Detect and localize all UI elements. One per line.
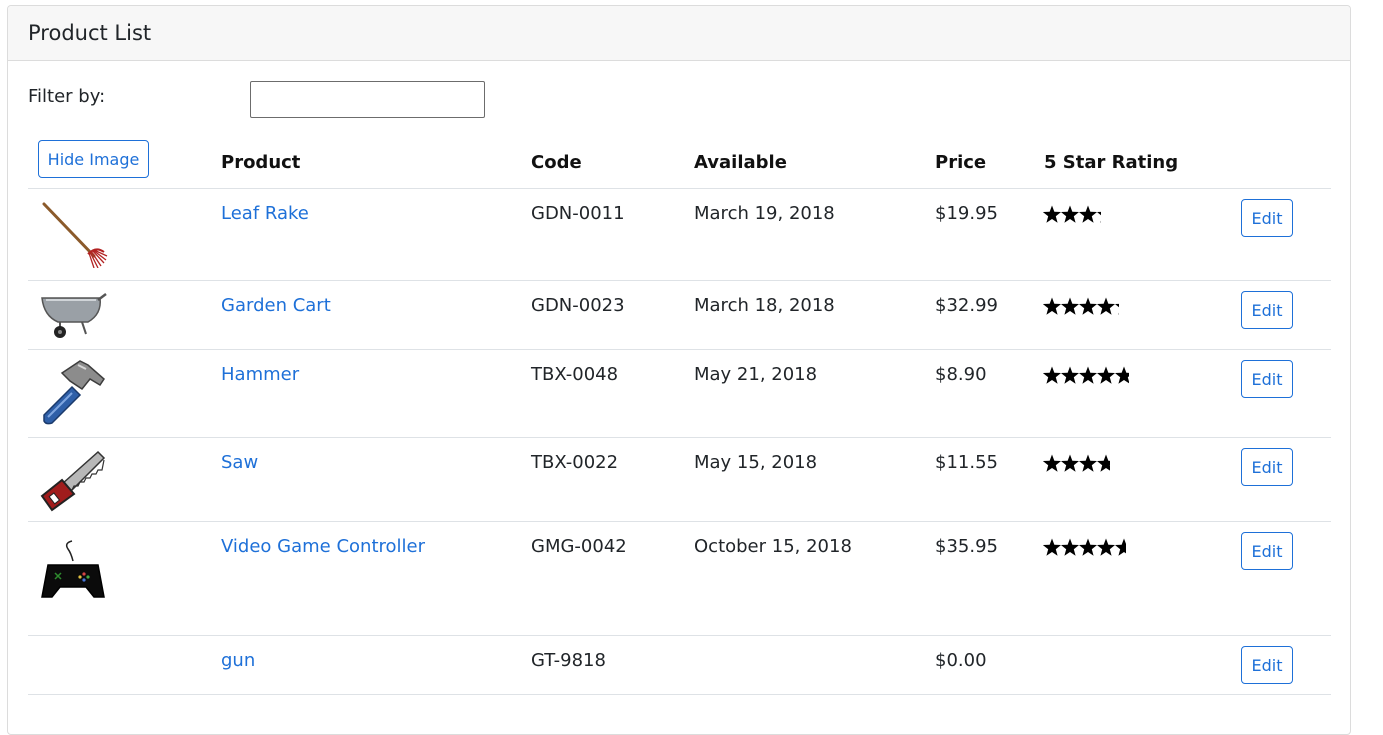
star-rating [1043, 297, 1119, 315]
edit-button[interactable]: Edit [1241, 360, 1293, 398]
product-code: GMG-0042 [531, 536, 627, 557]
star-icon [1096, 366, 1116, 384]
column-header-rating: 5 Star Rating [1044, 152, 1179, 173]
star-icon [1078, 454, 1098, 472]
product-code: TBX-0022 [531, 452, 619, 473]
star-icon [1096, 538, 1116, 556]
row-divider [28, 521, 1331, 522]
header-divider [28, 188, 1331, 189]
product-link[interactable]: gun [221, 650, 255, 671]
product-price: $8.90 [935, 364, 987, 385]
saw-image [40, 450, 106, 512]
star-icon [1114, 538, 1126, 556]
row-divider [28, 635, 1331, 636]
star-icon [1043, 454, 1062, 472]
star-icon [1096, 211, 1101, 223]
game-controller-image [41, 540, 105, 598]
star-rating [1043, 205, 1101, 223]
edit-button[interactable]: Edit [1241, 532, 1293, 570]
star-rating [1043, 454, 1110, 472]
product-price: $35.95 [935, 536, 998, 557]
product-link[interactable]: Garden Cart [221, 295, 331, 316]
column-header-available: Available [694, 152, 787, 173]
product-link[interactable]: Hammer [221, 364, 299, 385]
edit-button[interactable]: Edit [1241, 448, 1293, 486]
column-header-price: Price [935, 152, 987, 173]
product-available-date: March 19, 2018 [694, 203, 835, 224]
star-icon [1114, 303, 1119, 315]
hide-image-button[interactable]: Hide Image [38, 140, 149, 178]
star-icon [1043, 205, 1062, 223]
product-link[interactable]: Saw [221, 452, 258, 473]
star-icon [1043, 538, 1062, 556]
garden-cart-image [41, 293, 107, 338]
filter-label: Filter by: [28, 86, 106, 107]
star-icon [1043, 366, 1062, 384]
product-available-date: October 15, 2018 [694, 536, 852, 557]
star-icon [1060, 205, 1080, 223]
product-price: $11.55 [935, 452, 998, 473]
row-divider [28, 694, 1331, 695]
star-icon [1060, 297, 1080, 315]
star-icon [1078, 297, 1098, 315]
star-rating [1043, 366, 1130, 384]
star-icon [1060, 538, 1080, 556]
star-icon [1060, 454, 1080, 472]
row-divider [28, 280, 1331, 281]
product-list-card: Product List Filter by: Hide Image Produ… [7, 5, 1351, 735]
filter-input[interactable] [250, 81, 485, 118]
row-divider [28, 349, 1331, 350]
product-available-date: May 21, 2018 [694, 364, 818, 385]
edit-button[interactable]: Edit [1241, 291, 1293, 329]
product-code: GDN-0011 [531, 203, 625, 224]
star-icon [1114, 366, 1130, 384]
edit-button[interactable]: Edit [1241, 199, 1293, 237]
column-header-product: Product [221, 152, 301, 173]
product-code: GDN-0023 [531, 295, 625, 316]
star-icon [1078, 538, 1098, 556]
product-code: TBX-0048 [531, 364, 619, 385]
product-link[interactable]: Leaf Rake [221, 203, 309, 224]
edit-button[interactable]: Edit [1241, 646, 1293, 684]
product-link[interactable]: Video Game Controller [221, 536, 425, 557]
row-divider [28, 437, 1331, 438]
product-price: $0.00 [935, 650, 987, 671]
star-icon [1043, 297, 1062, 315]
star-icon [1078, 205, 1098, 223]
leaf-rake-image [42, 202, 108, 268]
product-available-date: May 15, 2018 [694, 452, 818, 473]
card-header: Product List [8, 6, 1350, 61]
product-price: $19.95 [935, 203, 998, 224]
product-available-date: March 18, 2018 [694, 295, 835, 316]
column-header-code: Code [531, 152, 582, 173]
star-icon [1096, 454, 1110, 472]
hammer-image [43, 360, 105, 425]
star-rating [1043, 538, 1126, 556]
star-icon [1060, 366, 1080, 384]
star-icon [1096, 297, 1116, 315]
product-price: $32.99 [935, 295, 998, 316]
star-icon [1078, 366, 1098, 384]
product-code: GT-9818 [531, 650, 606, 671]
